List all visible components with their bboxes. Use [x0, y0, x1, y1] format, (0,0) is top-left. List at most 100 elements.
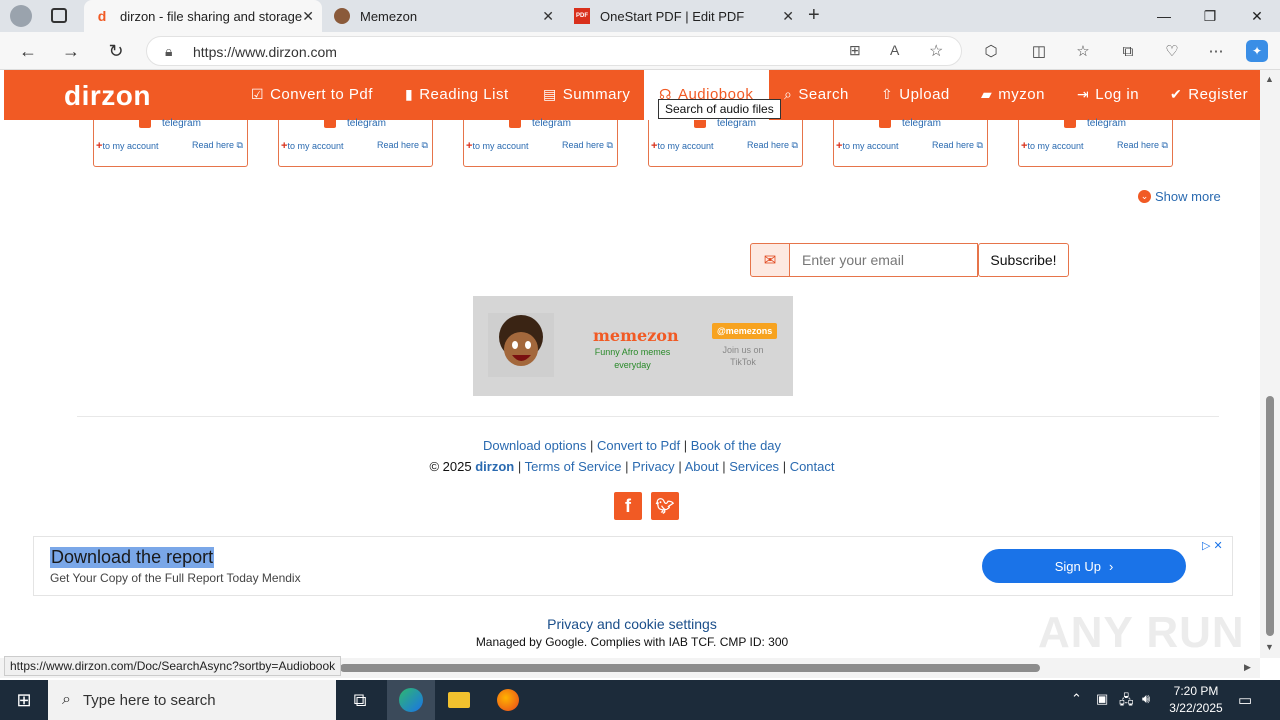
read-here-link[interactable]: Read here ⧉	[747, 140, 798, 151]
show-more-link[interactable]: ⌄ Show more	[1138, 189, 1221, 204]
firefox-icon[interactable]	[484, 680, 532, 720]
card-source[interactable]: telegram	[902, 118, 941, 129]
book-of-the-day-link[interactable]: Book of the day	[691, 438, 781, 453]
read-here-link[interactable]: Read here ⧉	[1117, 140, 1168, 151]
taskbar-search[interactable]: ⌕ Type here to search	[48, 680, 336, 720]
card-source[interactable]: telegram	[717, 118, 756, 129]
adchoices-icon[interactable]: ▷ ✕	[1202, 539, 1223, 552]
footer-logo[interactable]: dirzon	[475, 459, 514, 474]
extensions-icon[interactable]: ⬡	[980, 40, 1002, 62]
split-screen-icon[interactable]: ◫	[1028, 40, 1050, 62]
horizontal-scroll-thumb[interactable]	[340, 664, 1040, 672]
nav-convert-to-pdf[interactable]: ☑ Convert to Pdf	[251, 86, 373, 103]
notification-icon[interactable]: ▭	[1238, 691, 1252, 709]
facebook-icon[interactable]: f	[614, 492, 642, 520]
nav-upload[interactable]: ⇧ Upload	[881, 86, 950, 103]
subscribe-button[interactable]: Subscribe!	[978, 243, 1069, 277]
nav-log-in[interactable]: ⇥ Log in	[1077, 86, 1139, 103]
nav-summary[interactable]: ▤ Summary	[543, 86, 630, 103]
read-aloud-icon[interactable]: A	[890, 42, 899, 58]
copilot-icon[interactable]: ✦	[1246, 40, 1268, 62]
tab-memezon[interactable]: Memezon ✕	[324, 0, 562, 32]
add-to-account-link[interactable]: +to my account	[836, 140, 898, 152]
browser-essentials-icon[interactable]: ♡	[1161, 40, 1183, 62]
device-icon[interactable]: ▣	[1096, 691, 1108, 707]
email-field[interactable]	[789, 243, 978, 277]
contact-link[interactable]: Contact	[790, 459, 835, 474]
twitter-icon[interactable]: 🐦︎	[651, 492, 679, 520]
nav-reading-list[interactable]: ▮ Reading List	[405, 86, 509, 103]
close-window-icon[interactable]: ✕	[1234, 0, 1280, 32]
favorites-icon[interactable]: ☆	[1072, 40, 1094, 62]
edge-icon[interactable]	[387, 680, 435, 720]
task-view-icon[interactable]: ⧉	[336, 680, 384, 720]
services-link[interactable]: Services	[729, 459, 779, 474]
memezon-favicon-icon	[334, 8, 350, 24]
card-source[interactable]: telegram	[347, 118, 386, 129]
card-source[interactable]: telegram	[532, 118, 571, 129]
document-card: telegram +to my account Read here ⧉	[1018, 118, 1173, 167]
back-icon[interactable]: ←	[15, 38, 41, 64]
add-to-account-link[interactable]: +to my account	[1021, 140, 1083, 152]
add-to-account-link[interactable]: +to my account	[466, 140, 528, 152]
tab-title: OneStart PDF | Edit PDF	[600, 8, 745, 24]
refresh-icon[interactable]: ↻	[103, 38, 129, 64]
volume-icon[interactable]: 🔊︎	[1142, 691, 1150, 707]
file-explorer-icon[interactable]	[435, 680, 483, 720]
tab-dirzon[interactable]: d dirzon - file sharing and storage ✕	[84, 0, 322, 32]
system-clock[interactable]: 7:20 PM 3/22/2025	[1166, 683, 1226, 717]
tab-actions-icon[interactable]	[51, 8, 67, 23]
memezon-banner[interactable]: memezon Funny Afro memes everyday @memez…	[473, 296, 793, 396]
close-tab-icon[interactable]: ✕	[782, 8, 794, 25]
ad-title[interactable]: Download the report	[50, 547, 215, 568]
read-here-link[interactable]: Read here ⧉	[932, 140, 983, 151]
download-options-link[interactable]: Download options	[483, 438, 586, 453]
vertical-scrollbar[interactable]: ▲ ▼	[1260, 70, 1280, 658]
ad-description: Get Your Copy of the Full Report Today M…	[50, 571, 301, 585]
forward-icon[interactable]: →	[58, 38, 84, 64]
convert-to-pdf-link[interactable]: Convert to Pdf	[597, 438, 680, 453]
close-tab-icon[interactable]: ✕	[302, 8, 314, 25]
scroll-down-icon[interactable]: ▼	[1265, 642, 1274, 652]
card-source[interactable]: telegram	[162, 118, 201, 129]
collections-icon[interactable]: ⧉	[1117, 40, 1139, 62]
terms-link[interactable]: Terms of Service	[525, 459, 622, 474]
card-source[interactable]: telegram	[1087, 118, 1126, 129]
scroll-right-icon[interactable]: ▶	[1244, 662, 1251, 673]
app-available-icon[interactable]: ⊞	[849, 42, 861, 59]
url-bar[interactable]: 🔒︎ https://www.dirzon.com ⊞ A ☆	[146, 36, 962, 66]
favorite-star-icon[interactable]: ☆	[929, 41, 943, 61]
read-here-link[interactable]: Read here ⧉	[377, 140, 428, 151]
vertical-scroll-thumb[interactable]	[1266, 396, 1274, 636]
read-here-link[interactable]: Read here ⧉	[192, 140, 243, 151]
nav-search[interactable]: ⌕ Search	[784, 86, 849, 103]
network-icon[interactable]: 🖧︎	[1119, 691, 1134, 713]
folder-icon: ▰	[981, 86, 993, 102]
lock-icon[interactable]: 🔒︎	[165, 43, 172, 60]
add-to-account-link[interactable]: +to my account	[281, 140, 343, 152]
nav-register[interactable]: ✔ Register	[1170, 86, 1248, 103]
read-here-link[interactable]: Read here ⧉	[562, 140, 613, 151]
new-tab-icon[interactable]: +	[808, 4, 820, 27]
document-card: telegram +to my account Read here ⧉	[278, 118, 433, 167]
site-logo[interactable]: dirzon	[64, 80, 151, 112]
privacy-settings-link[interactable]: Privacy and cookie settings	[4, 616, 1260, 632]
privacy-link[interactable]: Privacy	[632, 459, 675, 474]
url-text[interactable]: https://www.dirzon.com	[193, 44, 337, 60]
about-link[interactable]: About	[685, 459, 719, 474]
restore-icon[interactable]: ❐	[1187, 0, 1233, 32]
scroll-up-icon[interactable]: ▲	[1265, 74, 1274, 84]
windows-start-icon[interactable]: ⊞	[0, 680, 48, 720]
sign-up-button[interactable]: Sign Up ›	[982, 549, 1186, 583]
ad-banner[interactable]: Download the report Get Your Copy of the…	[33, 536, 1233, 596]
nav-myzon[interactable]: ▰ myzon	[981, 86, 1045, 103]
close-tab-icon[interactable]: ✕	[542, 8, 554, 25]
tab-onestart[interactable]: PDF OneStart PDF | Edit PDF ✕	[564, 0, 802, 32]
profile-avatar-icon[interactable]	[10, 5, 32, 27]
add-to-account-link[interactable]: +to my account	[651, 140, 713, 152]
add-to-account-link[interactable]: +to my account	[96, 140, 158, 152]
more-menu-icon[interactable]: ⋯	[1205, 40, 1227, 62]
bar-chart-icon: ▮	[405, 86, 414, 102]
show-hidden-icons-icon[interactable]: ⌃	[1071, 691, 1082, 707]
minimize-icon[interactable]: —	[1141, 0, 1187, 32]
